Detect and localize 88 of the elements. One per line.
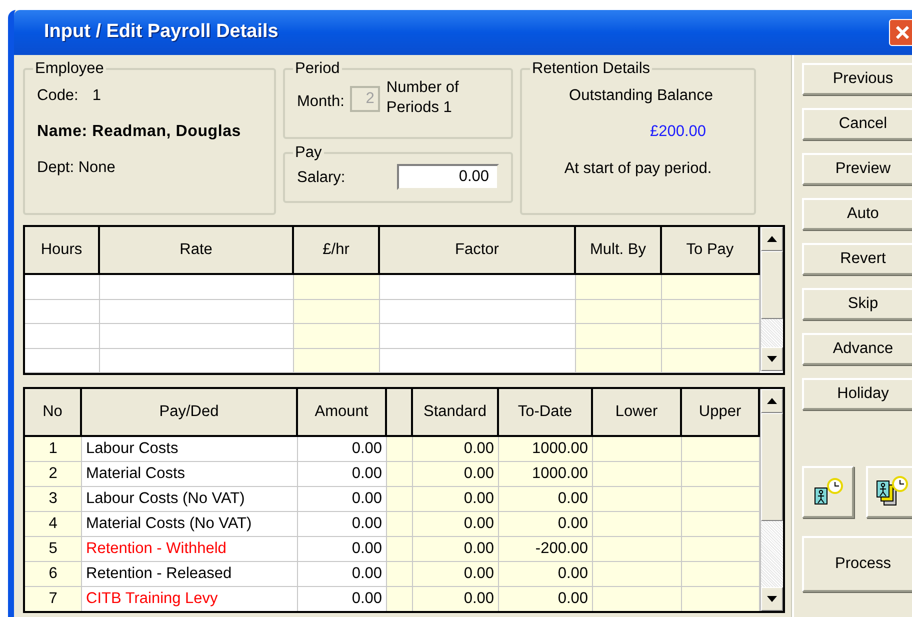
column-header[interactable]: Pay/Ded [82,389,298,435]
column-header[interactable]: No [25,389,82,435]
code-label: Code: [37,86,78,106]
employee-name: Name: Readman, Douglas [37,122,242,142]
column-header[interactable]: Standard [413,389,499,435]
employee-code: 1 [92,86,101,106]
table-cell[interactable] [294,324,380,348]
process-button[interactable]: Process [802,536,912,592]
scroll-up-button[interactable] [761,389,783,413]
down-arrow-icon [767,596,777,602]
salary-field[interactable]: 0.00 [397,164,499,190]
table-cell[interactable] [662,275,760,298]
table-cell[interactable] [662,348,760,372]
salary-label: Salary: [297,168,346,188]
table-cell: 3 [25,487,82,511]
balance-label: Outstanding Balance [569,86,713,106]
window-title: Input / Edit Payroll Details [44,20,278,44]
table-cell: 0.00 [413,537,499,561]
table-cell[interactable] [576,348,662,372]
table-cell[interactable] [294,300,380,323]
table-cell: 0.00 [413,587,499,611]
table-cell[interactable] [294,348,380,372]
balance-note: At start of pay period. [564,158,712,179]
action-button[interactable]: Preview [802,153,912,185]
table-cell: -200.00 [499,537,593,561]
table-cell: 0.00 [413,462,499,486]
scroll-thumb[interactable] [761,413,783,521]
table-cell: 1000.00 [499,462,593,486]
table-cell: 1000.00 [499,437,593,461]
action-button[interactable]: Auto [802,198,912,230]
action-button[interactable]: Advance [802,333,912,365]
group-title: Employee [34,59,105,79]
balance-amount: £200.00 [650,122,706,142]
table-cell[interactable] [576,300,662,323]
table-cell[interactable] [662,324,760,348]
column-header[interactable]: Rate [100,227,294,273]
scroll-thumb[interactable] [761,251,783,319]
group-title: Retention Details [531,59,652,79]
table-cell: 0.00 [499,562,593,586]
table-cell: 0.00 [413,437,499,461]
close-button[interactable] [889,19,912,46]
down-arrow-icon [767,356,777,362]
group-title: Pay [294,143,323,163]
column-header[interactable]: Amount [298,389,387,435]
scrollbar[interactable] [760,227,783,371]
table-cell: 1 [25,437,82,461]
column-header[interactable]: Hours [25,227,100,273]
month-label: Month: [297,92,344,112]
up-arrow-icon [767,398,777,404]
close-icon [896,26,909,39]
up-arrow-icon [767,236,777,242]
column-header[interactable] [387,389,413,435]
table-cell: 0.00 [413,562,499,586]
action-button[interactable]: Skip [802,288,912,320]
column-header[interactable]: Lower [593,389,682,435]
department-text: Dept: None [37,158,116,178]
column-header[interactable]: £/hr [294,227,380,273]
table-cell[interactable] [662,300,760,323]
table-cell: 7 [25,587,82,611]
table-cell: 2 [25,462,82,486]
scrollbar[interactable] [760,389,783,611]
column-header[interactable]: Upper [682,389,760,435]
group-title: Period [294,59,341,79]
table-cell[interactable] [294,275,380,298]
column-header[interactable]: Mult. By [576,227,662,273]
table-cell: 4 [25,512,82,536]
action-button[interactable]: Revert [802,243,912,275]
table-cell[interactable] [576,275,662,298]
scroll-down-button[interactable] [761,587,783,611]
table-cell: 0.00 [499,512,593,536]
periods-text: Number of Periods 1 [386,78,460,118]
table-cell[interactable] [576,324,662,348]
table-cell: 0.00 [499,587,593,611]
icon-button[interactable] [866,466,912,518]
scroll-down-button[interactable] [761,347,783,371]
action-button[interactable]: Holiday [802,378,912,410]
column-header[interactable]: To-Date [499,389,593,435]
column-header[interactable]: To Pay [662,227,760,273]
table-cell: 0.00 [413,512,499,536]
column-header[interactable]: Factor [380,227,576,273]
table-cell: 0.00 [499,487,593,511]
icon-button[interactable] [802,466,854,518]
action-button[interactable]: Previous [802,63,912,95]
table-cell: 5 [25,537,82,561]
table-cell: 0.00 [413,487,499,511]
action-button[interactable]: Cancel [802,108,912,140]
table-cell: 6 [25,562,82,586]
scroll-up-button[interactable] [761,227,783,251]
